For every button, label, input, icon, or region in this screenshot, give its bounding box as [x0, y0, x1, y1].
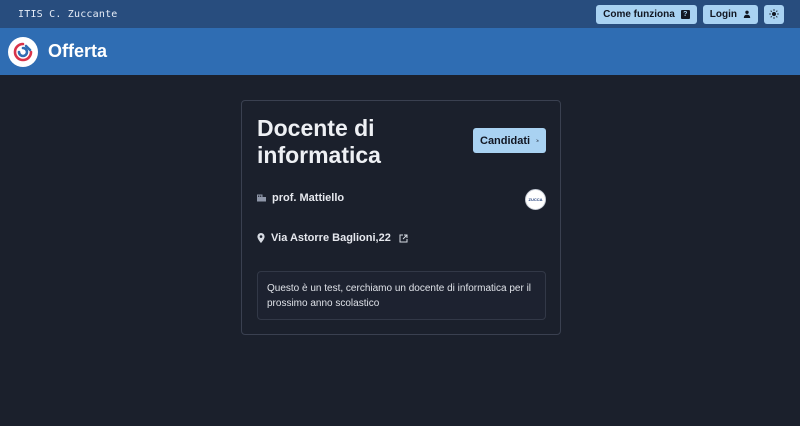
school-logo: ZUCCA	[525, 189, 546, 210]
job-title: Docente di informatica	[257, 115, 381, 168]
top-actions: Come funziona ? Login	[596, 4, 784, 24]
brand-name[interactable]: ITIS C. Zuccante	[18, 9, 118, 20]
page-title: Offerta	[48, 41, 108, 61]
help-icon: ?	[680, 9, 690, 19]
professor-name: prof. Mattiello	[272, 192, 345, 204]
login-button[interactable]: Login	[702, 4, 758, 24]
top-navbar: ITIS C. Zuccante Come funziona ? Login	[0, 0, 800, 28]
theme-toggle-button[interactable]	[764, 4, 784, 24]
address-row: Via Astorre Baglioni,22	[257, 232, 408, 244]
how-it-works-button[interactable]: Come funziona ?	[596, 4, 697, 24]
theme-toggle-icon	[769, 9, 779, 19]
how-it-works-label: Come funziona	[603, 8, 675, 20]
apply-icon	[536, 139, 539, 142]
external-link-icon[interactable]	[399, 234, 408, 243]
description-text: Questo è un test, cerchiamo un docente d…	[267, 283, 532, 309]
page-header: Offerta	[0, 28, 800, 75]
app-logo-icon[interactable]	[8, 36, 38, 67]
offer-description: Questo è un test, cerchiamo un docente d…	[257, 271, 546, 320]
school-logo-text: ZUCCA	[528, 197, 543, 202]
user-icon	[743, 10, 751, 18]
professor-icon	[257, 194, 266, 202]
apply-button[interactable]: Candidati	[473, 128, 546, 153]
login-label: Login	[709, 8, 737, 20]
professor-row: prof. Mattiello	[257, 192, 344, 204]
address-link[interactable]: Via Astorre Baglioni,22	[271, 232, 391, 244]
apply-label: Candidati	[480, 134, 531, 147]
location-pin-icon	[257, 233, 265, 243]
